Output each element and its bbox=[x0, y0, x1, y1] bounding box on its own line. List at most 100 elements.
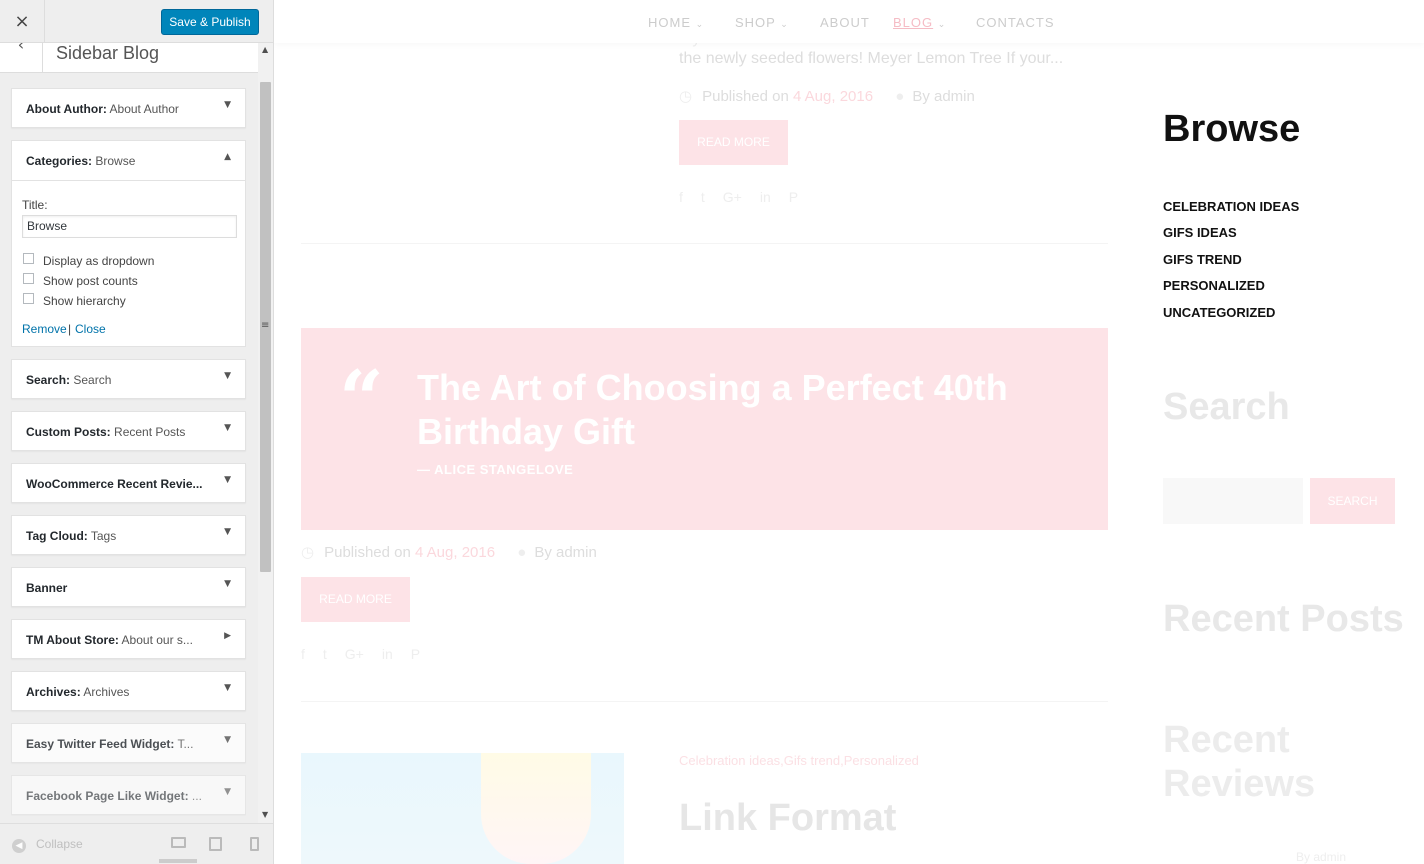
nav-home[interactable]: HOME ⌄ bbox=[648, 15, 704, 30]
site-navigation: HOME ⌄ SHOP ⌄ ABOUT BLOG ⌄ CONTACTS bbox=[274, 0, 1424, 43]
post-divider bbox=[301, 701, 1108, 702]
dropdown-checkbox[interactable] bbox=[23, 253, 34, 264]
linkedin-icon[interactable]: in bbox=[382, 646, 393, 662]
quote-post-title[interactable]: The Art of Choosing a Perfect 40th Birth… bbox=[417, 366, 1077, 454]
quote-icon: “ bbox=[339, 354, 384, 445]
post-author[interactable]: By admin bbox=[912, 88, 975, 105]
read-more-button[interactable]: READ MORE bbox=[301, 577, 410, 622]
category-link[interactable]: GIFS IDEAS bbox=[1163, 225, 1237, 240]
facebook-icon[interactable]: f bbox=[301, 646, 305, 662]
widget-about-store[interactable]: TM About Store: About our s... ▶ bbox=[11, 619, 246, 659]
caret-down-icon[interactable]: ▼ bbox=[224, 371, 231, 381]
scroll-up-icon[interactable]: ▲ bbox=[262, 45, 268, 54]
remove-link[interactable]: Remove bbox=[22, 322, 67, 336]
customizer-panel: ‹ Sidebar Blog × Save & Publish ▲ ▼ ≡ Ab… bbox=[0, 0, 274, 864]
read-more-button[interactable]: READ MORE bbox=[679, 120, 788, 165]
caret-right-icon[interactable]: ▶ bbox=[224, 631, 231, 641]
post-counts-checkbox[interactable] bbox=[23, 273, 34, 284]
widget-name: Facebook Page Like Widget: bbox=[26, 789, 189, 803]
clock-icon: ◷ bbox=[301, 544, 315, 561]
post-title[interactable]: Link Format bbox=[679, 797, 896, 840]
review-author[interactable]: By admin bbox=[1296, 850, 1346, 864]
category-link[interactable]: UNCATEGORIZED bbox=[1163, 305, 1275, 320]
widget-about-author[interactable]: About Author: About Author ▼ bbox=[11, 88, 246, 128]
sidebar-search-button[interactable]: SEARCH bbox=[1310, 478, 1395, 524]
recent-reviews-heading: Recent Reviews bbox=[1163, 719, 1316, 805]
collapse-label: Collapse bbox=[36, 837, 83, 851]
title-input[interactable]: Browse bbox=[22, 215, 237, 238]
widget-name: Custom Posts: bbox=[26, 425, 111, 439]
caret-down-icon[interactable]: ▼ bbox=[224, 423, 231, 433]
close-customizer-button[interactable]: × bbox=[0, 0, 45, 43]
widget-subtitle: Tags bbox=[87, 529, 117, 543]
caret-down-icon[interactable]: ▼ bbox=[224, 735, 231, 745]
nav-contacts[interactable]: CONTACTS bbox=[976, 15, 1055, 30]
widget-woocommerce-reviews[interactable]: WooCommerce Recent Revie... ▼ bbox=[11, 463, 246, 503]
widget-name: About Author: bbox=[26, 102, 107, 116]
mobile-preview-icon[interactable] bbox=[250, 837, 259, 851]
widget-archives[interactable]: Archives: Archives ▼ bbox=[11, 671, 246, 711]
caret-down-icon[interactable]: ▼ bbox=[224, 579, 231, 589]
widget-name: Tag Cloud: bbox=[26, 529, 88, 543]
chevron-down-icon: ⌄ bbox=[695, 19, 705, 29]
hierarchy-checkbox-label: Show hierarchy bbox=[43, 294, 126, 308]
category-link[interactable]: PERSONALIZED bbox=[1163, 278, 1265, 293]
post-thumbnail[interactable] bbox=[301, 753, 624, 864]
post-divider bbox=[301, 243, 1108, 244]
published-label: Published on bbox=[324, 544, 411, 561]
nav-blog-label: BLOG bbox=[893, 15, 934, 30]
pinterest-icon[interactable]: P bbox=[789, 189, 798, 205]
caret-down-icon[interactable]: ▼ bbox=[224, 683, 231, 693]
pinterest-icon[interactable]: P bbox=[411, 646, 420, 662]
collapse-button[interactable]: ◀ Collapse bbox=[12, 837, 83, 853]
nav-shop[interactable]: SHOP ⌄ bbox=[735, 15, 789, 30]
grip-icon: ≡ bbox=[261, 320, 270, 331]
widget-search[interactable]: Search: Search ▼ bbox=[11, 359, 246, 399]
save-publish-button[interactable]: Save & Publish bbox=[161, 9, 259, 35]
linkedin-icon[interactable]: in bbox=[760, 189, 771, 205]
caret-down-icon[interactable]: ▼ bbox=[224, 787, 231, 797]
google-plus-icon[interactable]: G+ bbox=[345, 646, 364, 662]
tablet-preview-icon[interactable] bbox=[209, 837, 222, 851]
post-author[interactable]: By admin bbox=[534, 544, 597, 561]
twitter-icon[interactable]: t bbox=[701, 189, 705, 205]
sidebar-search-input[interactable] bbox=[1163, 478, 1303, 524]
caret-down-icon[interactable]: ▼ bbox=[224, 527, 231, 537]
widget-name: TM About Store: bbox=[26, 633, 119, 647]
section-title: Sidebar Blog bbox=[56, 43, 160, 63]
nav-blog[interactable]: BLOG ⌄ bbox=[893, 15, 946, 30]
caret-down-icon[interactable]: ▼ bbox=[224, 100, 231, 110]
desktop-preview-icon[interactable] bbox=[171, 837, 186, 848]
widget-twitter-feed[interactable]: Easy Twitter Feed Widget: T... ▼ bbox=[11, 723, 246, 763]
collapse-icon: ◀ bbox=[12, 839, 26, 853]
widget-facebook-page[interactable]: Facebook Page Like Widget: ... ▼ bbox=[11, 775, 246, 815]
nav-about[interactable]: ABOUT bbox=[820, 15, 870, 30]
post-excerpt-line2: the newly seeded flowers! Meyer Lemon Tr… bbox=[679, 50, 1064, 67]
active-device-indicator bbox=[159, 859, 197, 863]
post-date-link[interactable]: 4 Aug, 2016 bbox=[793, 88, 873, 105]
post-date-link[interactable]: 4 Aug, 2016 bbox=[415, 544, 495, 561]
category-link[interactable]: CELEBRATION IDEAS bbox=[1163, 199, 1299, 214]
widget-categories-header[interactable]: Categories: Browse ▲ bbox=[12, 141, 245, 181]
caret-up-icon[interactable]: ▲ bbox=[224, 152, 231, 162]
hierarchy-checkbox[interactable] bbox=[23, 293, 34, 304]
widget-tag-cloud[interactable]: Tag Cloud: Tags ▼ bbox=[11, 515, 246, 555]
user-icon: ● bbox=[895, 88, 905, 105]
scroll-down-icon[interactable]: ▼ bbox=[262, 810, 268, 819]
widget-name: Archives: bbox=[26, 685, 81, 699]
close-icon: × bbox=[14, 11, 30, 32]
twitter-icon[interactable]: t bbox=[323, 646, 327, 662]
back-button[interactable]: ‹ bbox=[0, 37, 43, 73]
google-plus-icon[interactable]: G+ bbox=[723, 189, 742, 205]
widget-subtitle: Browse bbox=[92, 154, 136, 168]
post-categories[interactable]: Celebration ideas,Gifs trend,Personalize… bbox=[679, 753, 919, 768]
facebook-icon[interactable]: f bbox=[679, 189, 683, 205]
widget-banner[interactable]: Banner ▼ bbox=[11, 567, 246, 607]
caret-down-icon[interactable]: ▼ bbox=[224, 475, 231, 485]
quote-author: — ALICE STANGELOVE bbox=[417, 462, 574, 477]
widget-name: Categories: bbox=[26, 154, 93, 168]
close-link[interactable]: Close bbox=[75, 322, 106, 336]
category-link[interactable]: GIFS TREND bbox=[1163, 252, 1242, 267]
browse-heading: Browse bbox=[1163, 108, 1301, 150]
widget-custom-posts[interactable]: Custom Posts: Recent Posts ▼ bbox=[11, 411, 246, 451]
